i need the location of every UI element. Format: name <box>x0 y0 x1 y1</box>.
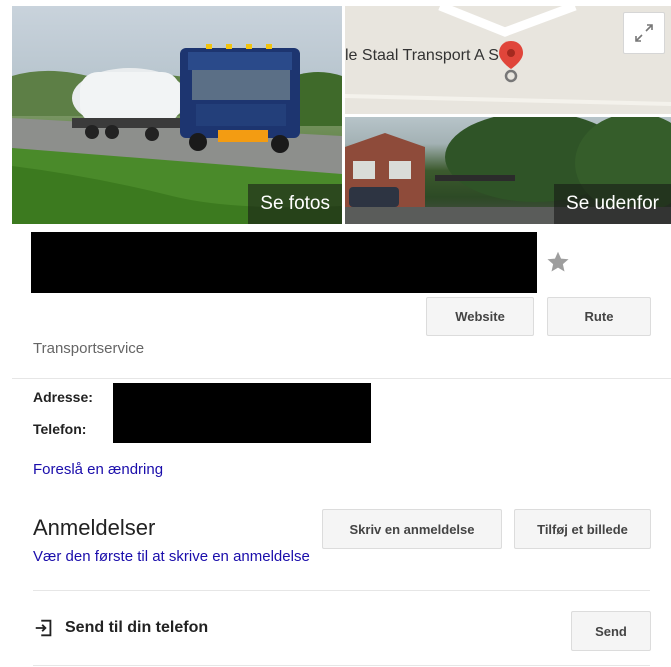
redacted-business-name <box>31 232 537 293</box>
first-review-link[interactable]: Vær den første til at skrive en anmeldel… <box>33 548 310 565</box>
write-review-button[interactable]: Skriv en anmeldelse <box>322 509 502 549</box>
expand-arrows-icon <box>635 24 653 42</box>
website-button[interactable]: Website <box>426 297 534 336</box>
see-photos-label[interactable]: Se fotos <box>248 184 342 224</box>
address-label: Adresse: <box>33 389 93 405</box>
reviews-title: Anmeldelser <box>33 515 156 540</box>
map-business-label: le Staal Transport A S <box>345 47 499 64</box>
send-to-phone-label[interactable]: Send til din telefon <box>65 619 208 637</box>
send-button[interactable]: Send <box>571 611 651 651</box>
add-photo-button[interactable]: Tilføj et billede <box>514 509 651 549</box>
divider <box>33 590 650 591</box>
suggest-edit-link[interactable]: Foreslå en ændring <box>33 461 163 478</box>
business-category: Transportservice <box>33 340 145 357</box>
map-thumbnail[interactable]: le Staal Transport A S <box>345 6 671 114</box>
divider <box>33 665 650 666</box>
expand-map-button[interactable] <box>623 12 665 54</box>
divider <box>12 378 671 379</box>
see-outside-label[interactable]: Se udenfor <box>554 184 671 224</box>
star-icon[interactable] <box>545 249 571 275</box>
phone-label: Telefon: <box>33 421 87 437</box>
route-button[interactable]: Rute <box>547 297 651 336</box>
photo-header: Se fotos le Staal Transport A S Se udenf… <box>12 6 671 224</box>
photo-main[interactable]: Se fotos <box>12 6 342 224</box>
knowledge-panel: Se fotos le Staal Transport A S Se udenf… <box>12 6 671 667</box>
send-to-phone-icon <box>35 619 52 637</box>
map-pin-icon <box>499 41 523 83</box>
street-view-thumbnail[interactable]: Se udenfor <box>345 117 671 224</box>
redacted-contact-info <box>113 383 371 443</box>
